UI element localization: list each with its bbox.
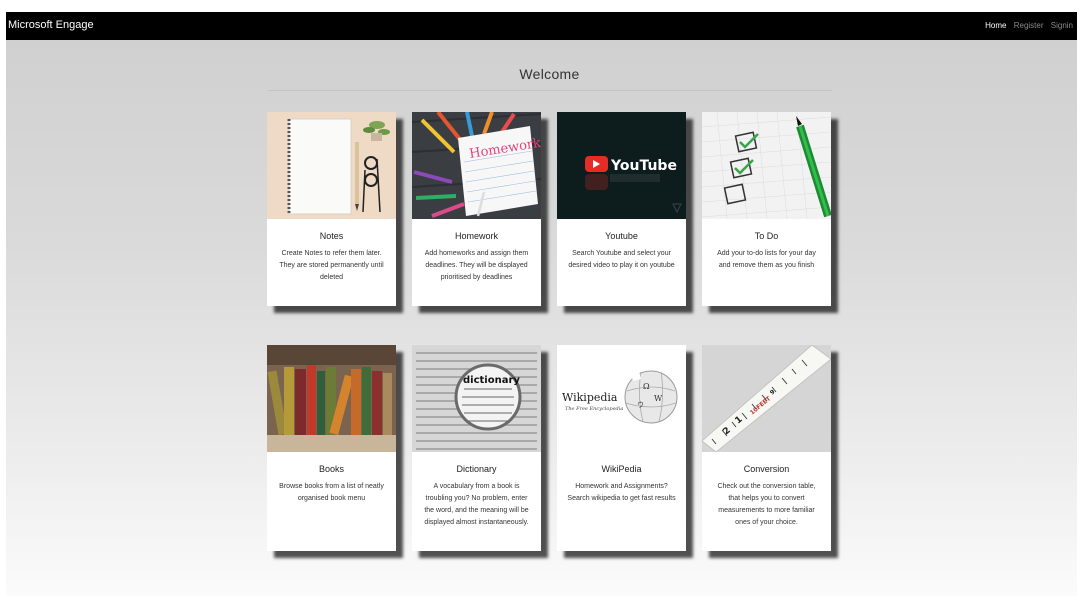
card-description: Check out the conversion table, that hel…: [717, 483, 816, 526]
nav-link-home[interactable]: Home: [985, 21, 1006, 30]
card-notes[interactable]: Notes Create Notes to refer them later. …: [267, 112, 396, 306]
nav-links: Home Register Signin: [980, 21, 1073, 30]
card-title: To Do: [754, 231, 779, 241]
wikipedia-tagline: The Free Encyclopedia: [565, 406, 623, 412]
measuring-tape-image: 2 1 10FEET 9: [702, 345, 831, 452]
card-conversion[interactable]: 2 1 10FEET 9 Conversion Check out the co…: [702, 345, 831, 551]
card-title: WikiPedia: [601, 464, 642, 474]
card-books[interactable]: Books Browse books from a list of neatly…: [267, 345, 396, 551]
svg-text:Ω: Ω: [643, 382, 650, 391]
card-description: Browse books from a list of neatly organ…: [279, 483, 384, 502]
card-title: Homework: [454, 231, 498, 241]
card-dictionary[interactable]: dictionary Dictionary A vocabulary from …: [412, 345, 541, 551]
youtube-word: YouTube: [610, 158, 677, 174]
checklist-image: [702, 112, 831, 219]
card-title: Books: [318, 464, 344, 474]
card-todo[interactable]: To Do Add your to-do lists for your day …: [702, 112, 831, 306]
svg-text:W: W: [654, 394, 663, 403]
card-description: Add homeworks and assign them deadlines.…: [424, 250, 529, 281]
nav-link-register[interactable]: Register: [1014, 21, 1044, 30]
navbar: Microsoft Engage Home Register Signin: [6, 12, 1077, 40]
nav-link-signin[interactable]: Signin: [1051, 21, 1073, 30]
dictionary-word: dictionary: [463, 375, 520, 386]
dictionary-image: dictionary: [412, 345, 541, 452]
card-description: Add your to-do lists for your day and re…: [717, 250, 816, 269]
card-description: A vocabulary from a book is troubling yo…: [424, 483, 529, 526]
card-homework[interactable]: Homework Homework Add homeworks and assi…: [412, 112, 541, 306]
books-image: [267, 345, 396, 452]
card-title: Conversion: [743, 464, 790, 474]
app-frame: Microsoft Engage Home Register Signin We…: [6, 12, 1077, 596]
card-title: Notes: [319, 231, 344, 241]
card-wikipedia[interactable]: Ω W ウ Wikipedia The Free Encyclopedia Wi…: [557, 345, 686, 551]
card-youtube[interactable]: YouTube Youtube Search Youtube and selec…: [557, 112, 686, 306]
brand-link[interactable]: Microsoft Engage: [8, 19, 94, 31]
page-title: Welcome: [519, 66, 580, 82]
card-description: Search Youtube and select your desired v…: [568, 250, 675, 269]
heading-divider: [268, 90, 832, 91]
card-description: Homework and Assignments? Search wikiped…: [567, 483, 676, 502]
card-description: Create Notes to refer them later. They a…: [279, 250, 384, 281]
notebook-image: [267, 112, 396, 219]
homework-image: Homework: [412, 112, 541, 219]
wikipedia-wordmark: Wikipedia: [562, 391, 618, 404]
svg-text:ウ: ウ: [637, 401, 644, 409]
youtube-image: YouTube: [557, 112, 686, 219]
card-title: Dictionary: [456, 464, 497, 474]
wikipedia-image: Ω W ウ Wikipedia The Free Encyclopedia: [557, 345, 686, 452]
card-title: Youtube: [605, 231, 638, 241]
